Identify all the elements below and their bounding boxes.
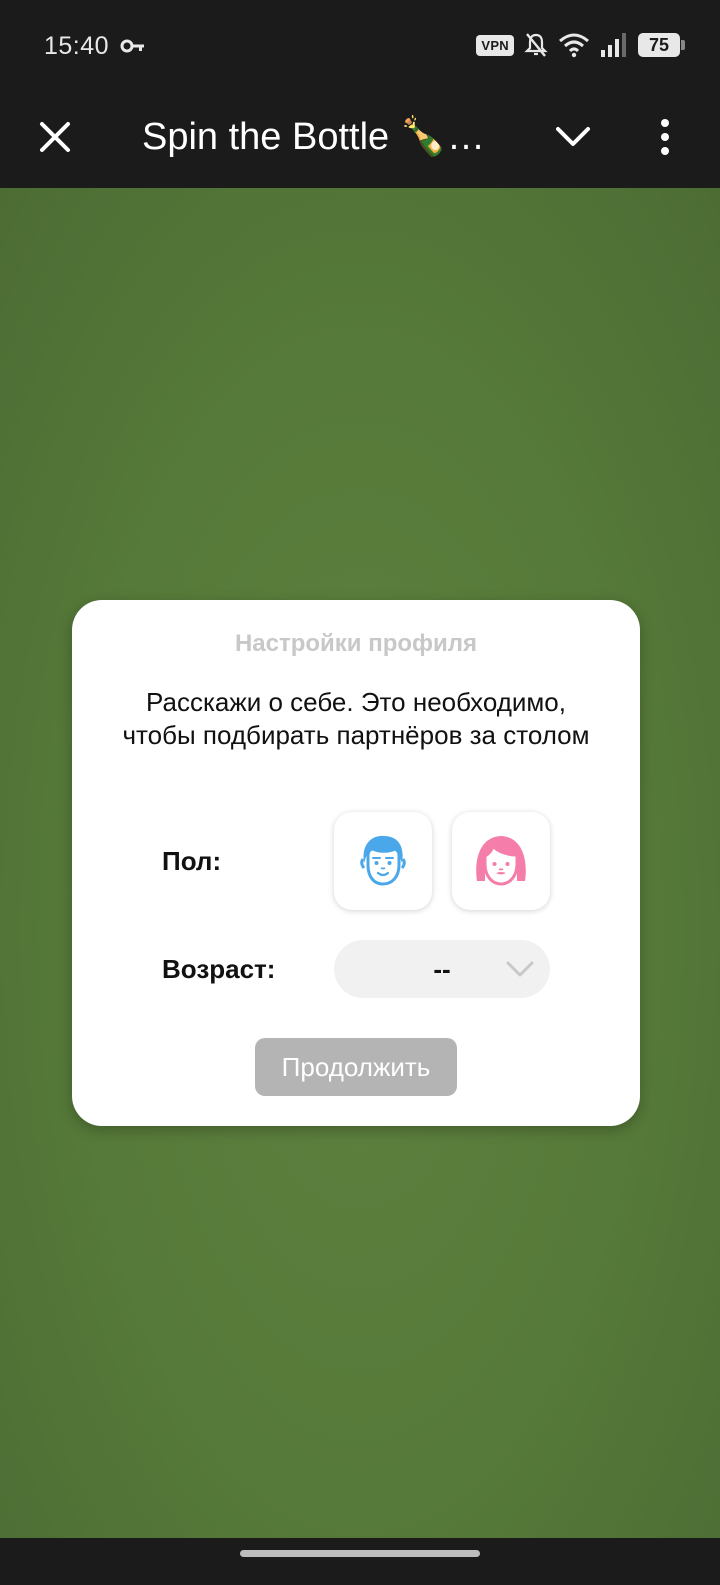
age-label: Возраст:: [162, 954, 276, 984]
status-icons: VPN 75: [476, 30, 685, 60]
vpn-badge: VPN: [476, 34, 514, 56]
key-icon: [120, 39, 144, 53]
battery-icon: 75: [638, 33, 685, 57]
male-face-icon: [360, 835, 406, 886]
bell-off-icon: [524, 33, 548, 57]
toolbar-title: Spin the Bottle 🍾…: [142, 116, 486, 158]
navigation-bar: [0, 1538, 720, 1585]
gender-female-button[interactable]: [452, 812, 550, 910]
dialog-description: Расскажи о себе. Это необходимо, чтобы п…: [122, 687, 590, 750]
female-face-icon: [476, 836, 526, 886]
age-select[interactable]: --: [334, 940, 550, 998]
status-bar: 15:40 VPN 75: [0, 0, 720, 90]
app-toolbar: Spin the Bottle 🍾…: [0, 90, 720, 188]
signal-icon: [601, 33, 626, 57]
wifi-icon: [559, 33, 589, 58]
chevron-down-icon: [506, 961, 534, 977]
close-icon[interactable]: [30, 112, 80, 162]
continue-button[interactable]: Продолжить: [255, 1038, 457, 1096]
gender-label: Пол:: [162, 846, 222, 876]
dialog-title: Настройки профиля: [234, 630, 478, 657]
home-indicator[interactable]: [240, 1550, 480, 1557]
profile-settings-dialog: Настройки профиля Расскажи о себе. Это н…: [72, 600, 640, 1126]
status-time: 15:40: [44, 32, 110, 60]
more-vert-icon[interactable]: [640, 112, 690, 162]
chevron-down-icon[interactable]: [548, 112, 598, 162]
gender-male-button[interactable]: [334, 812, 432, 910]
